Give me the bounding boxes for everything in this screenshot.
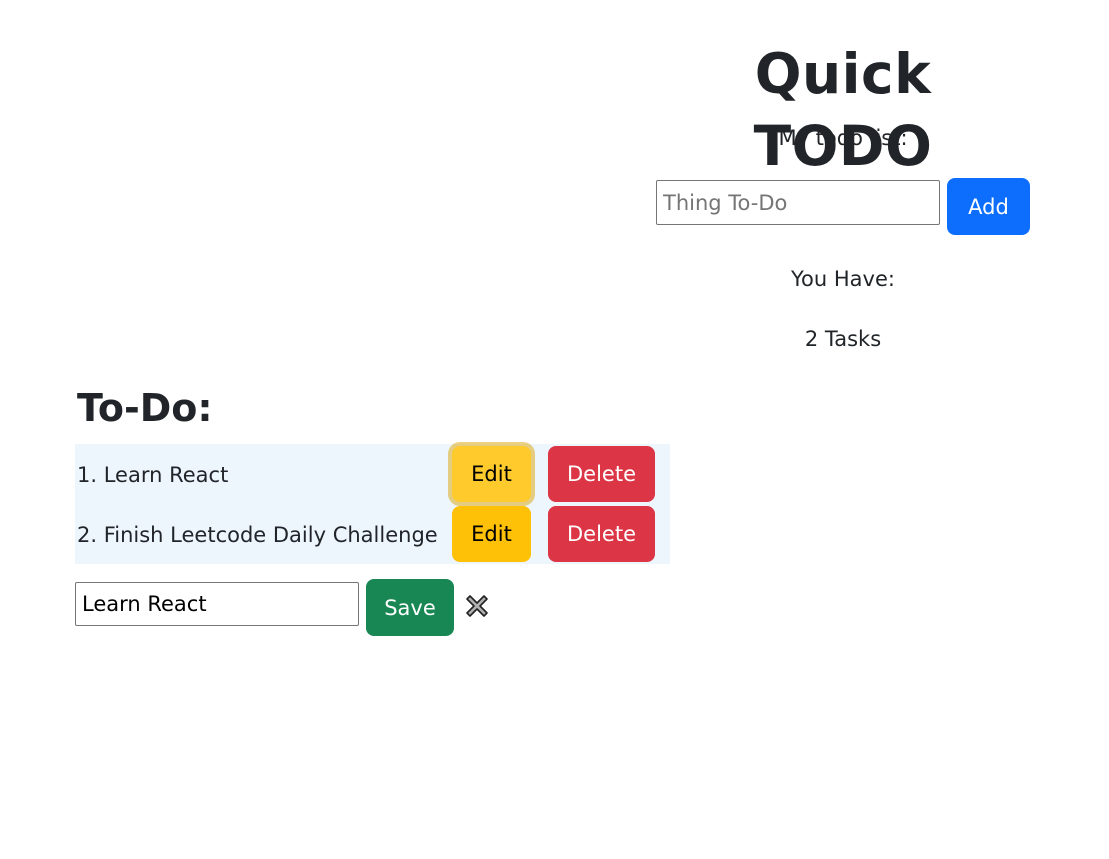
- app-title: Quick TODO: [753, 42, 933, 178]
- new-task-input[interactable]: [656, 180, 940, 225]
- page: Quick TODO My todo list: Add You Have: 2…: [0, 0, 1109, 859]
- edit-button[interactable]: Edit: [452, 446, 531, 502]
- delete-button[interactable]: Delete: [548, 446, 655, 502]
- add-button[interactable]: Add: [947, 178, 1030, 235]
- task-count: 2 Tasks: [804, 327, 882, 351]
- edit-button[interactable]: Edit: [452, 506, 531, 562]
- you-have-label: You Have:: [791, 267, 895, 291]
- todo-item-text: 2. Finish Leetcode Daily Challenge: [77, 523, 438, 547]
- todo-list: 1. Learn React Edit Delete 2. Finish Lee…: [75, 444, 670, 564]
- edit-task-input[interactable]: [75, 582, 359, 626]
- close-x-icon[interactable]: [463, 592, 491, 620]
- todo-row: 2. Finish Leetcode Daily Challenge Edit …: [75, 504, 670, 564]
- todo-row: 1. Learn React Edit Delete: [75, 444, 670, 504]
- subtitle: My todo list:: [778, 126, 908, 150]
- close-x-icon-graphic: [466, 595, 488, 617]
- save-button[interactable]: Save: [366, 579, 454, 636]
- delete-button[interactable]: Delete: [548, 506, 655, 562]
- todo-item-text: 1. Learn React: [77, 463, 229, 487]
- todo-heading: To-Do:: [77, 386, 213, 430]
